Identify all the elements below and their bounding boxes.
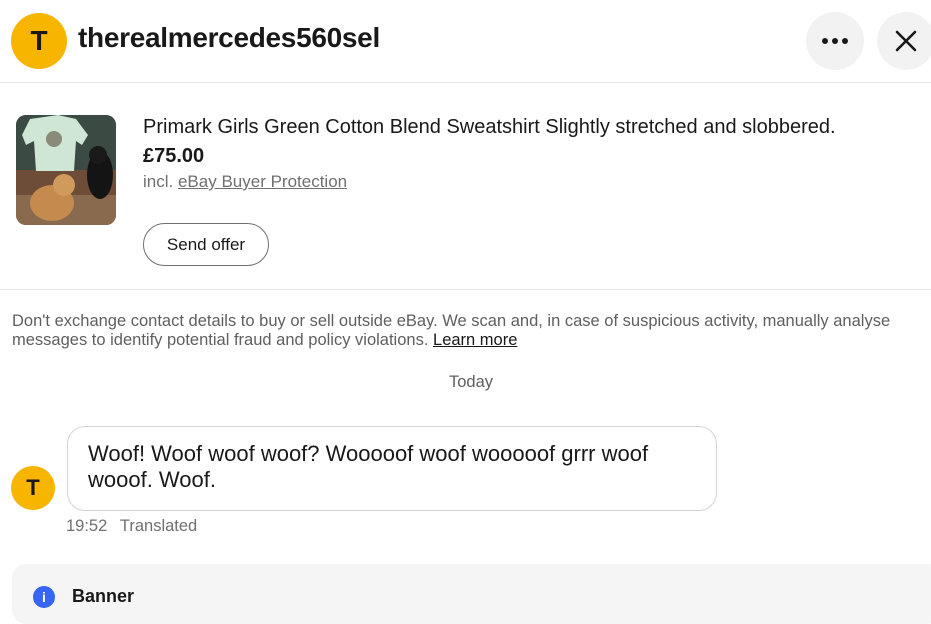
buyer-protection-link[interactable]: eBay Buyer Protection [178, 172, 347, 191]
close-button[interactable] [877, 12, 931, 70]
avatar-letter: T [30, 25, 48, 56]
more-horizontal-icon [822, 38, 848, 44]
message-time: 19:52 [66, 517, 108, 535]
conversation-header: T therealmercedes560sel [0, 0, 931, 83]
learn-more-link[interactable]: Learn more [433, 331, 517, 349]
listing-summary: Primark Girls Green Cotton Blend Sweatsh… [0, 84, 931, 290]
date-separator: Today [448, 373, 494, 391]
more-options-button[interactable] [806, 12, 864, 70]
info-icon: i [33, 586, 55, 608]
safety-notice: Don't exchange contact details to buy or… [12, 312, 912, 350]
buyer-protection-note: incl. eBay Buyer Protection [143, 172, 347, 192]
translated-label[interactable]: Translated [120, 517, 197, 535]
message-avatar-letter: T [26, 475, 40, 500]
item-price: £75.00 [143, 145, 205, 167]
item-photo [16, 115, 116, 225]
info-banner: i Banner [12, 564, 931, 624]
message-bubble: Woof! Woof woof woof? Wooooof woof woooo… [67, 426, 717, 511]
username[interactable]: therealmercedes560sel [78, 22, 380, 54]
send-offer-button[interactable]: Send offer [143, 223, 269, 266]
protection-prefix: incl. [143, 172, 174, 191]
close-icon [895, 30, 917, 52]
message-meta: 19:52 Translated [66, 517, 197, 536]
banner-title: Banner [72, 586, 135, 606]
item-image[interactable] [16, 115, 116, 225]
item-title[interactable]: Primark Girls Green Cotton Blend Sweatsh… [143, 116, 836, 139]
message-avatar[interactable]: T [11, 466, 55, 510]
user-avatar[interactable]: T [11, 13, 67, 69]
